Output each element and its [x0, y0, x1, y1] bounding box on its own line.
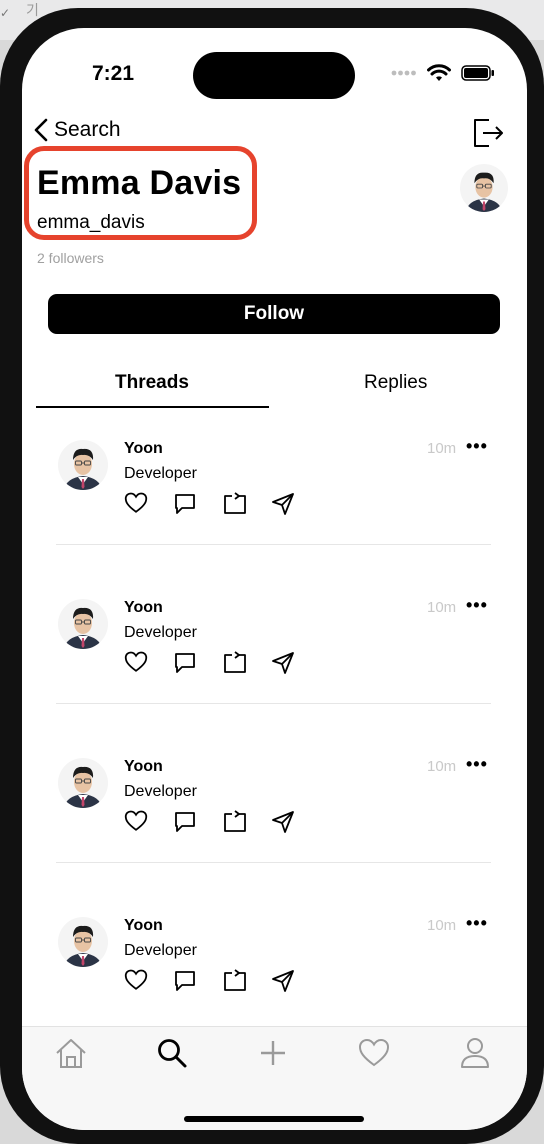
thread-item[interactable]: Yoon Developer 10m ••• — [22, 585, 527, 744]
profile-name: Emma Davis — [37, 164, 242, 202]
profile-avatar[interactable] — [460, 164, 508, 212]
repost-icon[interactable] — [222, 810, 246, 834]
tab-bar-create[interactable] — [255, 1035, 291, 1071]
thread-actions — [124, 810, 295, 834]
send-icon[interactable] — [271, 651, 295, 675]
more-options-button[interactable]: ••• — [466, 436, 488, 457]
thread-actions — [124, 651, 295, 675]
avatar-image — [58, 917, 108, 967]
thread-text: Developer — [124, 624, 197, 641]
like-icon[interactable] — [124, 492, 148, 516]
phone-frame: 7:21 Search Emma Davis emma_davis 2 foll… — [0, 8, 544, 1144]
like-icon[interactable] — [124, 969, 148, 993]
author-avatar[interactable] — [58, 758, 108, 808]
home-indicator — [184, 1116, 364, 1122]
like-icon[interactable] — [124, 651, 148, 675]
send-icon[interactable] — [271, 969, 295, 993]
person-icon — [461, 1038, 489, 1068]
thread-actions — [124, 969, 295, 993]
tab-bar — [22, 1026, 527, 1130]
repost-icon[interactable] — [222, 492, 246, 516]
screen: 7:21 Search Emma Davis emma_davis 2 foll… — [22, 28, 527, 1130]
author-avatar[interactable] — [58, 440, 108, 490]
thread-item[interactable]: Yoon Developer 10m ••• — [22, 426, 527, 585]
home-icon — [56, 1039, 86, 1068]
chevron-left-icon — [34, 118, 48, 142]
thread-actions — [124, 492, 295, 516]
author-avatar[interactable] — [58, 917, 108, 967]
profile-username: emma_davis — [37, 212, 145, 233]
tab-bar-home[interactable] — [53, 1035, 89, 1071]
more-options-button[interactable]: ••• — [466, 595, 488, 616]
checkmark-glyph: ✓ — [0, 6, 11, 20]
repost-icon[interactable] — [222, 651, 246, 675]
thread-author[interactable]: Yoon — [124, 758, 163, 776]
comment-icon[interactable] — [173, 651, 197, 675]
follow-button[interactable]: Follow — [48, 294, 500, 334]
author-avatar[interactable] — [58, 599, 108, 649]
tab-threads[interactable]: Threads — [115, 372, 189, 394]
comment-icon[interactable] — [173, 969, 197, 993]
search-icon — [158, 1039, 187, 1068]
tab-bar-profile[interactable] — [457, 1035, 493, 1071]
thread-author[interactable]: Yoon — [124, 917, 163, 935]
heart-icon — [358, 1038, 390, 1067]
thread-time: 10m — [427, 440, 457, 457]
avatar-image — [58, 599, 108, 649]
tab-replies[interactable]: Replies — [364, 372, 427, 394]
comment-icon[interactable] — [173, 810, 197, 834]
tab-selected-indicator — [36, 406, 269, 408]
logout-button[interactable] — [471, 116, 505, 155]
tab-bar-search[interactable] — [154, 1035, 190, 1071]
more-options-button[interactable]: ••• — [466, 754, 488, 775]
more-options-button[interactable]: ••• — [466, 913, 488, 934]
thread-divider — [56, 703, 491, 704]
send-icon[interactable] — [271, 492, 295, 516]
thread-time: 10m — [427, 917, 457, 934]
thread-time: 10m — [427, 758, 457, 775]
avatar-image — [58, 440, 108, 490]
wifi-icon — [427, 64, 451, 81]
thread-text: Developer — [124, 783, 197, 800]
repost-icon[interactable] — [222, 969, 246, 993]
avatar-image — [58, 758, 108, 808]
thread-text: Developer — [124, 465, 197, 482]
dynamic-island — [193, 52, 355, 99]
thread-divider — [56, 862, 491, 863]
send-icon[interactable] — [271, 810, 295, 834]
logout-icon — [474, 119, 503, 147]
back-button[interactable]: Search — [34, 118, 121, 142]
comment-icon[interactable] — [173, 492, 197, 516]
back-label: Search — [54, 118, 121, 141]
thread-time: 10m — [427, 599, 457, 616]
avatar-image — [460, 164, 508, 212]
thread-author[interactable]: Yoon — [124, 599, 163, 617]
thread-item[interactable]: Yoon Developer 10m ••• — [22, 744, 527, 903]
tab-bar-activity[interactable] — [356, 1035, 392, 1071]
battery-icon — [461, 65, 494, 81]
thread-text: Developer — [124, 942, 197, 959]
status-indicators — [391, 64, 495, 82]
followers-count[interactable]: 2 followers — [37, 250, 104, 266]
cellular-icon — [391, 70, 416, 76]
background-text: 기 — [26, 2, 39, 18]
like-icon[interactable] — [124, 810, 148, 834]
plus-icon — [261, 1041, 285, 1065]
thread-author[interactable]: Yoon — [124, 440, 163, 458]
status-time: 7:21 — [92, 62, 135, 85]
thread-divider — [56, 544, 491, 545]
